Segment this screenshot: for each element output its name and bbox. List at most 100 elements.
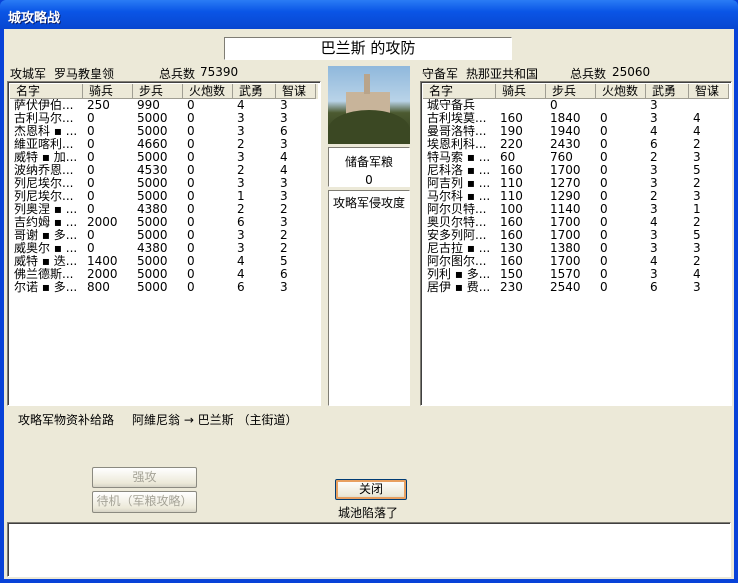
table-cell: 居伊 ▪ 费... <box>427 281 491 294</box>
table-row[interactable]: 安多列阿... 160 1700 0 3 5 <box>423 229 729 242</box>
table-cell: 4380 <box>137 242 168 255</box>
table-cell: 4 <box>280 164 288 177</box>
table-row[interactable]: 尼科洛 ▪ ... 160 1700 0 3 5 <box>423 164 729 177</box>
table-cell: 6 <box>650 138 658 151</box>
table-row[interactable]: 維亚喀利... 0 4660 0 2 3 <box>10 138 316 151</box>
log-area[interactable] <box>7 522 731 577</box>
column-header[interactable]: 名字 <box>423 84 496 99</box>
table-row[interactable]: 曼哥洛特... 190 1940 0 4 4 <box>423 125 729 138</box>
table-cell: 130 <box>500 242 523 255</box>
table-cell: 列奥涅 ▪ ... <box>14 203 78 216</box>
close-button[interactable]: 关闭 <box>335 479 407 500</box>
table-row[interactable]: 威奥尔 ▪ ... 0 4380 0 3 2 <box>10 242 316 255</box>
table-cell: 2 <box>693 138 701 151</box>
table-row[interactable]: 列利 ▪ 多... 150 1570 0 3 4 <box>423 268 729 281</box>
table-row[interactable]: 波纳乔恩... 0 4530 0 2 4 <box>10 164 316 177</box>
table-cell: 1380 <box>550 242 581 255</box>
table-cell: 阿尔图尔... <box>427 255 487 268</box>
table-row[interactable]: 威特 ▪ 迭... 1400 5000 0 4 5 <box>10 255 316 268</box>
defender-list[interactable]: 名字 骑兵 步兵 火炮数 武勇 智谋 城守备兵 0 3 古利埃莫... 160 1840 0 3 4 曼哥洛特… <box>420 81 732 406</box>
column-header[interactable]: 火炮数 <box>596 84 646 99</box>
column-header[interactable]: 骑兵 <box>496 84 546 99</box>
table-cell: 990 <box>137 99 160 112</box>
table-row[interactable]: 杰恩科 ▪ ... 0 5000 0 3 6 <box>10 125 316 138</box>
table-row[interactable]: 佛兰德斯... 2000 5000 0 4 6 <box>10 268 316 281</box>
table-cell: 2 <box>650 190 658 203</box>
column-header[interactable]: 智谋 <box>689 84 729 99</box>
table-cell: 0 <box>600 229 608 242</box>
table-row[interactable]: 城守备兵 0 3 <box>423 99 729 112</box>
table-row[interactable]: 古利埃莫... 160 1840 0 3 4 <box>423 112 729 125</box>
table-cell: 5000 <box>137 151 168 164</box>
window-title: 城攻略战 <box>0 0 738 29</box>
standby-button[interactable]: 待机（军粮攻略） <box>92 491 197 513</box>
table-row[interactable]: 马尔科 ▪ ... 110 1290 0 2 3 <box>423 190 729 203</box>
table-cell: 0 <box>187 268 195 281</box>
attacker-list[interactable]: 名字 骑兵 步兵 火炮数 武勇 智谋 萨伏伊伯... 250 990 0 4 3 古利马尔... 0 500… <box>7 81 321 406</box>
table-cell: 0 <box>187 151 195 164</box>
table-cell: 3 <box>280 281 288 294</box>
defender-label: 守备军 <box>422 67 459 81</box>
table-cell: 0 <box>87 164 95 177</box>
table-cell: 0 <box>187 138 195 151</box>
table-cell: 马尔科 ▪ ... <box>427 190 491 203</box>
table-cell: 3 <box>237 229 245 242</box>
table-cell: 威特 ▪ 加... <box>14 151 78 164</box>
table-row[interactable]: 尼古拉 ▪ ... 130 1380 0 3 3 <box>423 242 729 255</box>
column-header[interactable]: 武勇 <box>646 84 689 99</box>
table-cell: 3 <box>280 99 288 112</box>
table-cell: 3 <box>693 281 701 294</box>
table-cell: 0 <box>87 229 95 242</box>
table-cell: 4380 <box>137 203 168 216</box>
column-header[interactable]: 智谋 <box>276 84 316 99</box>
table-cell: 3 <box>280 190 288 203</box>
table-row[interactable]: 阿吉列 ▪ ... 110 1270 0 3 2 <box>423 177 729 190</box>
table-row[interactable]: 埃恩利科... 220 2430 0 6 2 <box>423 138 729 151</box>
table-cell: 2540 <box>550 281 581 294</box>
table-cell: 列利 ▪ 多... <box>427 268 491 281</box>
table-cell: 列尼埃尔... <box>14 190 74 203</box>
table-row[interactable]: 萨伏伊伯... 250 990 0 4 3 <box>10 99 316 112</box>
table-cell: 0 <box>187 216 195 229</box>
table-cell: 2 <box>693 255 701 268</box>
column-header[interactable]: 火炮数 <box>183 84 233 99</box>
table-row[interactable]: 威特 ▪ 加... 0 5000 0 3 4 <box>10 151 316 164</box>
table-row[interactable]: 列奥涅 ▪ ... 0 4380 0 2 2 <box>10 203 316 216</box>
table-row[interactable]: 哥谢 ▪ 多... 0 5000 0 3 2 <box>10 229 316 242</box>
table-cell: 3 <box>237 112 245 125</box>
table-cell: 3 <box>693 190 701 203</box>
table-row[interactable]: 阿尔贝特... 100 1140 0 3 1 <box>423 203 729 216</box>
assault-button[interactable]: 强攻 <box>92 467 197 488</box>
table-row[interactable]: 列尼埃尔... 0 5000 0 1 3 <box>10 190 316 203</box>
column-header[interactable]: 武勇 <box>233 84 276 99</box>
column-header[interactable]: 步兵 <box>133 84 183 99</box>
table-cell: 3 <box>650 112 658 125</box>
column-header[interactable]: 骑兵 <box>83 84 133 99</box>
table-row[interactable]: 古利马尔... 0 5000 0 3 3 <box>10 112 316 125</box>
table-row[interactable]: 阿尔图尔... 160 1700 0 4 2 <box>423 255 729 268</box>
table-cell: 0 <box>600 151 608 164</box>
table-cell: 6 <box>237 281 245 294</box>
table-row[interactable]: 居伊 ▪ 费... 230 2540 0 6 3 <box>423 281 729 294</box>
table-row[interactable]: 列尼埃尔... 0 5000 0 3 3 <box>10 177 316 190</box>
table-row[interactable]: 特马索 ▪ ... 60 760 0 2 3 <box>423 151 729 164</box>
invasion-box: 攻略军侵攻度 <box>328 190 410 406</box>
table-cell: 3 <box>650 268 658 281</box>
dialog-body: 巴兰斯 的攻防 攻城军 罗马教皇领 总兵数 75390 名字 骑兵 步兵 火炮数 武勇智… <box>4 29 734 579</box>
table-cell: 城守备兵 <box>427 99 476 112</box>
table-cell: 3 <box>650 242 658 255</box>
table-cell: 760 <box>550 151 573 164</box>
table-row[interactable]: 吉约姆 ▪ ... 2000 5000 0 6 3 <box>10 216 316 229</box>
table-cell: 威奥尔 ▪ ... <box>14 242 78 255</box>
table-row[interactable]: 尔诺 ▪ 多... 800 5000 0 6 3 <box>10 281 316 294</box>
table-cell: 3 <box>237 177 245 190</box>
table-cell: 1940 <box>550 125 581 138</box>
table-row[interactable]: 奥贝尔特... 160 1700 0 4 2 <box>423 216 729 229</box>
table-cell: 3 <box>280 112 288 125</box>
column-header[interactable]: 步兵 <box>546 84 596 99</box>
table-cell: 0 <box>87 151 95 164</box>
table-cell: 3 <box>650 164 658 177</box>
column-header[interactable]: 名字 <box>10 84 83 99</box>
table-cell: 阿尔贝特... <box>427 203 487 216</box>
table-cell: 1270 <box>550 177 581 190</box>
